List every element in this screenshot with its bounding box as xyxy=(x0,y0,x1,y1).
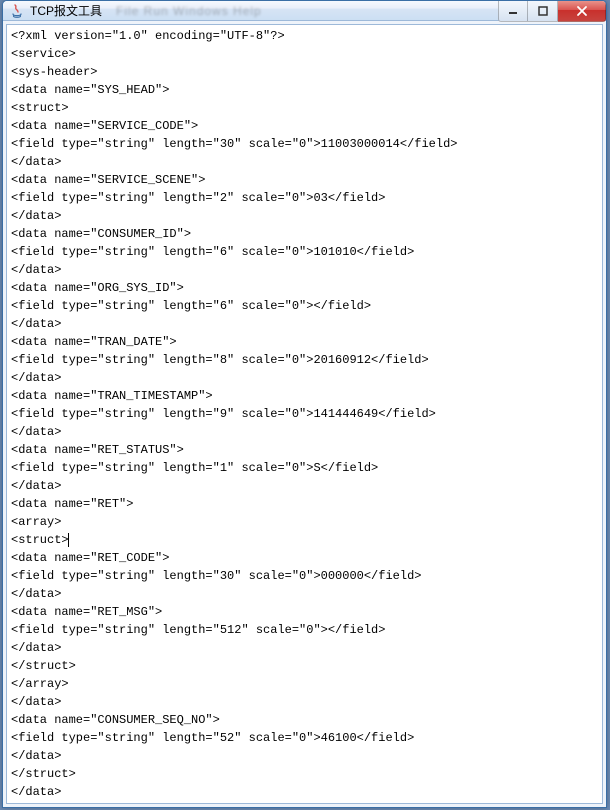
xml-line: <field type="string" length="512" scale=… xyxy=(11,621,598,639)
xml-line: <data name="SYS_HEAD"> xyxy=(11,81,598,99)
xml-line: </data> xyxy=(11,747,598,765)
xml-line: </data> xyxy=(11,639,598,657)
xml-line: </data> xyxy=(11,477,598,495)
window-controls xyxy=(498,1,606,22)
xml-line: <data name="CONSUMER_ID"> xyxy=(11,225,598,243)
xml-line: </struct> xyxy=(11,765,598,783)
xml-line: <field type="string" length="6" scale="0… xyxy=(11,243,598,261)
xml-line: <field type="string" length="30" scale="… xyxy=(11,135,598,153)
xml-line: <field type="string" length="30" scale="… xyxy=(11,567,598,585)
xml-line: <field type="string" length="52" scale="… xyxy=(11,729,598,747)
xml-line: </data> xyxy=(11,261,598,279)
xml-line: <field type="string" length="2" scale="0… xyxy=(11,189,598,207)
java-icon xyxy=(9,3,25,19)
minimize-button[interactable] xyxy=(498,1,528,22)
xml-line: <field type="string" length="8" scale="0… xyxy=(11,351,598,369)
xml-line: <data name="TRAN_DATE"> xyxy=(11,333,598,351)
xml-line: </data> xyxy=(11,369,598,387)
content-area: <?xml version="1.0" encoding="UTF-8"?><s… xyxy=(3,21,606,807)
xml-line: </data> xyxy=(11,693,598,711)
xml-line: <field type="string" length="9" scale="0… xyxy=(11,405,598,423)
xml-line: <struct> xyxy=(11,99,598,117)
xml-line: </data> xyxy=(11,315,598,333)
menu-bar-blurred: File Run Windows Help xyxy=(116,4,262,18)
xml-line: </struct> xyxy=(11,657,598,675)
xml-line: </array> xyxy=(11,675,598,693)
xml-line: <data name="RET"> xyxy=(11,495,598,513)
xml-line: <data name="RET_CODE"> xyxy=(11,549,598,567)
xml-text-pane[interactable]: <?xml version="1.0" encoding="UTF-8"?><s… xyxy=(6,24,603,804)
xml-line: </data> xyxy=(11,783,598,801)
xml-line: </data> xyxy=(11,585,598,603)
xml-line: <data name="SERVICE_SCENE"> xyxy=(11,171,598,189)
xml-line: <data name="SERVICE_CODE"> xyxy=(11,117,598,135)
xml-line: <service> xyxy=(11,45,598,63)
xml-line: </data> xyxy=(11,207,598,225)
xml-line: <data name="RET_STATUS"> xyxy=(11,441,598,459)
app-window: TCP报文工具 File Run Windows Help <?xml vers… xyxy=(2,0,607,808)
xml-line: <?xml version="1.0" encoding="UTF-8"?> xyxy=(11,27,598,45)
xml-line: <data name="CONSUMER_SEQ_NO"> xyxy=(11,711,598,729)
xml-line: <sys-header> xyxy=(11,63,598,81)
xml-line: <data name="RET_MSG"> xyxy=(11,603,598,621)
xml-line: </data> xyxy=(11,153,598,171)
xml-line: </data> xyxy=(11,423,598,441)
window-title: TCP报文工具 xyxy=(30,2,102,19)
xml-line: <data name="ORG_SYS_ID"> xyxy=(11,279,598,297)
xml-line: <field type="string" length="1" scale="0… xyxy=(11,459,598,477)
xml-line: <struct> xyxy=(11,531,598,549)
title-bar[interactable]: TCP报文工具 File Run Windows Help xyxy=(3,1,606,21)
close-button[interactable] xyxy=(558,1,606,22)
xml-line: <data name="TRAN_TIMESTAMP"> xyxy=(11,387,598,405)
xml-line: <field type="string" length="6" scale="0… xyxy=(11,297,598,315)
xml-line: <array> xyxy=(11,513,598,531)
text-caret xyxy=(68,533,69,547)
maximize-button[interactable] xyxy=(528,1,558,22)
